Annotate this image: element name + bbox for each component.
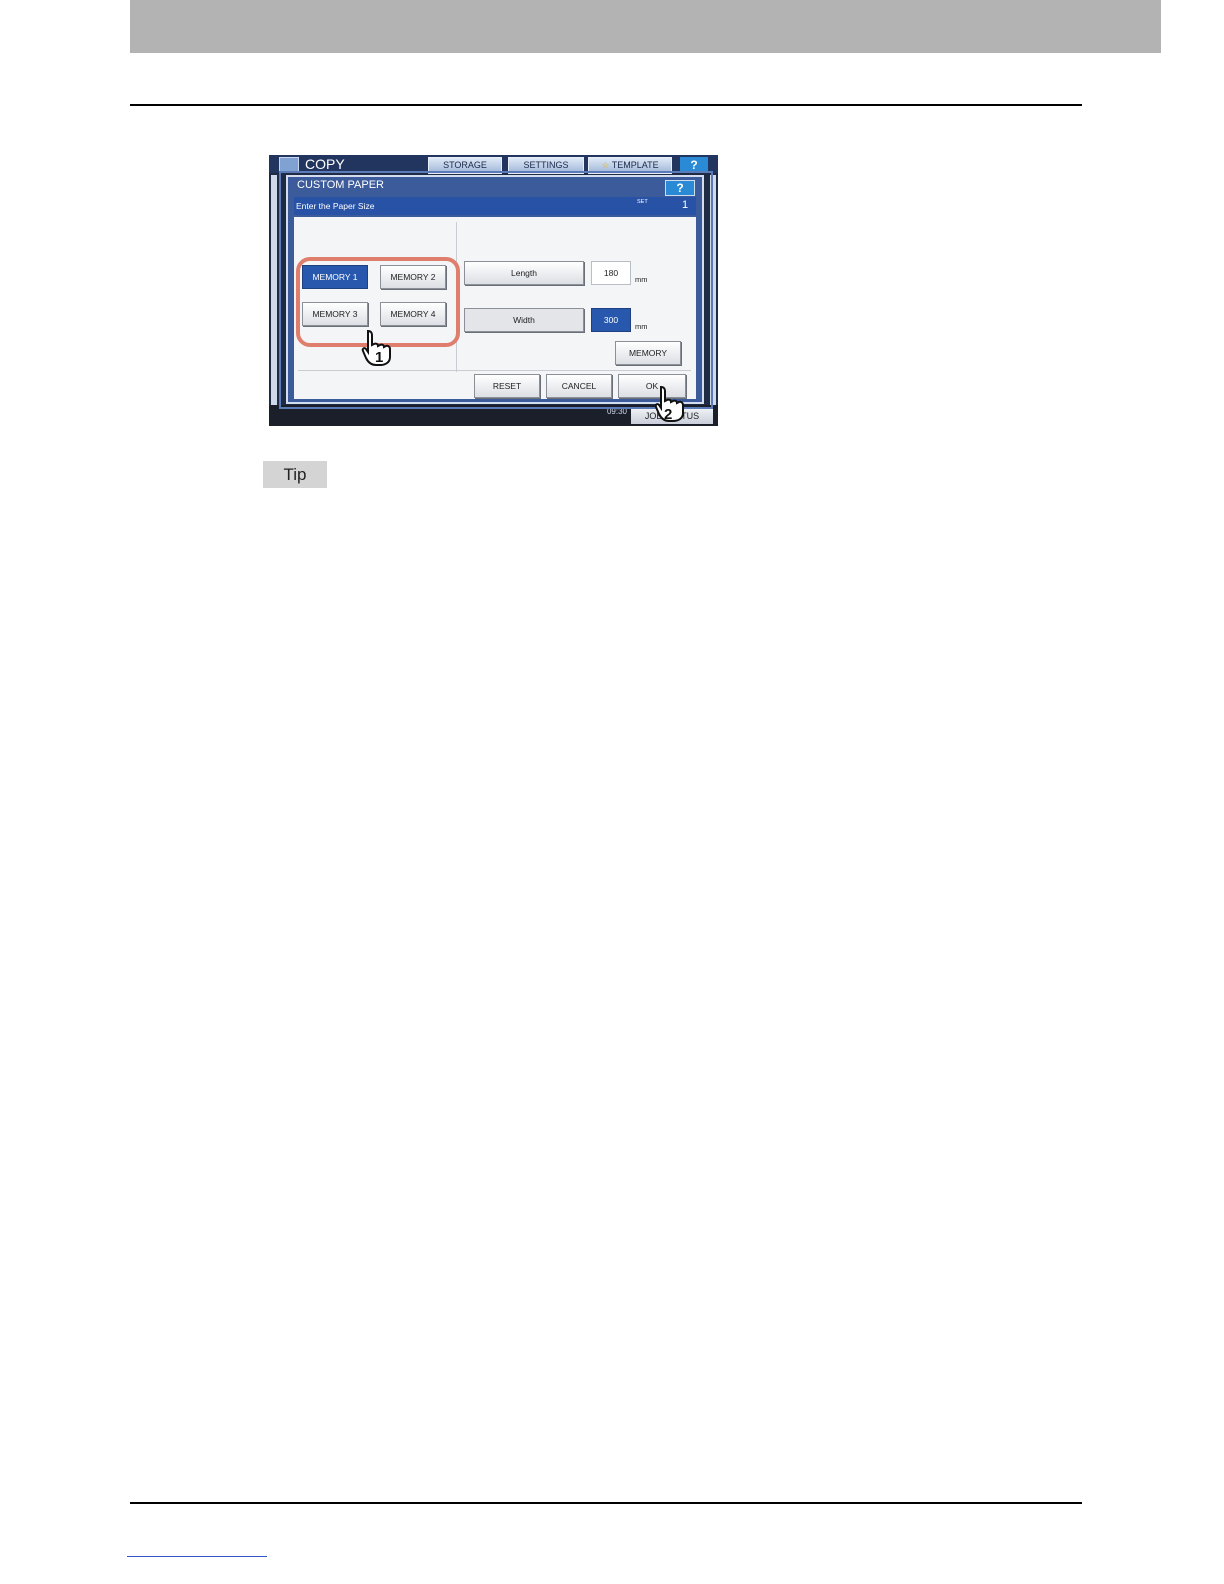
template-button-label: TEMPLATE bbox=[611, 160, 659, 170]
length-unit: mm bbox=[635, 275, 648, 284]
panel-footer-rule bbox=[298, 370, 691, 371]
header-rule bbox=[130, 104, 1082, 106]
set-value: 1 bbox=[682, 199, 689, 211]
length-button[interactable]: Length bbox=[464, 261, 584, 285]
clock-time: 09:30 bbox=[606, 407, 627, 416]
cancel-button[interactable]: CANCEL bbox=[546, 374, 612, 398]
dialog-title: CUSTOM PAPER bbox=[297, 179, 384, 191]
hand-pointer-icon-2: 2 bbox=[654, 385, 684, 423]
memory-1-button[interactable]: MEMORY 1 bbox=[302, 265, 368, 289]
memory-save-button[interactable]: MEMORY bbox=[615, 341, 681, 365]
footer-rule bbox=[130, 1502, 1082, 1504]
width-button[interactable]: Width bbox=[464, 308, 584, 332]
dialog-subtitle-bar: Enter the Paper Size SET 1 bbox=[294, 197, 696, 215]
screen-app-title: COPY bbox=[305, 156, 345, 172]
control-panel-screenshot: COPY STORAGE SETTINGS ☆ TEMPLATE ? 09:30… bbox=[269, 155, 718, 426]
set-label: SET bbox=[637, 199, 648, 205]
memory-2-button[interactable]: MEMORY 2 bbox=[380, 265, 446, 289]
callout-2-number: 2 bbox=[664, 406, 672, 423]
dialog-panel: MEMORY 1 MEMORY 2 MEMORY 3 MEMORY 4 Leng… bbox=[294, 217, 696, 399]
width-field[interactable]: 300 bbox=[591, 308, 631, 332]
width-unit: mm bbox=[635, 322, 648, 331]
memory-3-button[interactable]: MEMORY 3 bbox=[302, 302, 368, 326]
length-field[interactable]: 180 bbox=[591, 261, 631, 285]
memory-4-button[interactable]: MEMORY 4 bbox=[380, 302, 446, 326]
dialog-subtitle: Enter the Paper Size bbox=[296, 201, 375, 211]
page-header-bar bbox=[130, 0, 1161, 53]
reset-button[interactable]: RESET bbox=[474, 374, 540, 398]
custom-paper-dialog: CUSTOM PAPER ? Enter the Paper Size SET … bbox=[286, 175, 704, 404]
footer-link-underline[interactable] bbox=[127, 1556, 267, 1557]
callout-1-number: 1 bbox=[375, 349, 383, 366]
dialog-help-button[interactable]: ? bbox=[665, 180, 695, 196]
left-side-strip bbox=[271, 175, 277, 405]
tip-badge: Tip bbox=[263, 461, 327, 488]
star-icon: ☆ bbox=[601, 160, 610, 170]
hand-pointer-icon-1: 1 bbox=[361, 329, 391, 366]
